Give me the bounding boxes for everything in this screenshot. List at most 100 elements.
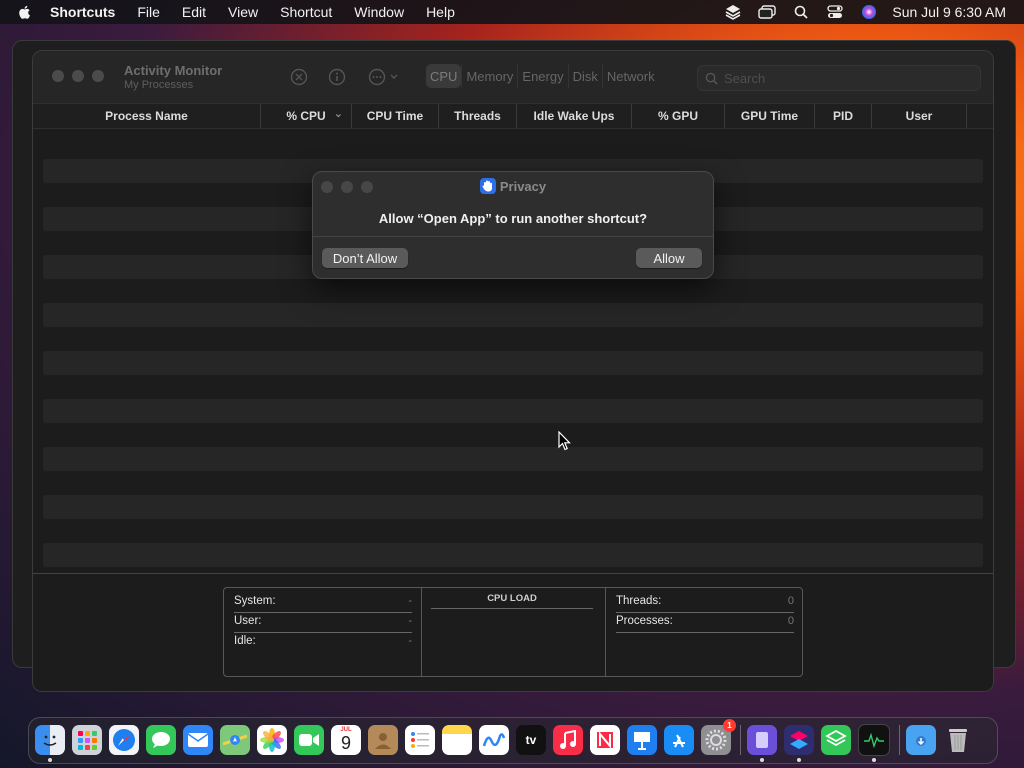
siri-icon[interactable] <box>860 3 878 21</box>
column-pid[interactable]: PID <box>815 104 872 128</box>
allow-button[interactable]: Allow <box>636 248 702 268</box>
safari-icon[interactable] <box>109 725 139 755</box>
info-icon[interactable] <box>328 68 346 86</box>
menu-app-name[interactable]: Shortcuts <box>50 4 115 20</box>
menu-bar-status-area: Sun Jul 9 6:30 AM <box>708 0 1006 24</box>
trash-icon[interactable] <box>943 725 973 755</box>
running-indicator <box>48 758 52 762</box>
facetime-icon[interactable] <box>294 725 324 755</box>
stat-system: System: - <box>234 594 412 613</box>
table-row[interactable] <box>43 351 983 375</box>
dont-allow-button[interactable]: Don’t Allow <box>322 248 408 268</box>
tab-memory[interactable]: Memory <box>461 64 517 88</box>
mail-icon[interactable] <box>183 725 213 755</box>
menu-shortcut[interactable]: Shortcut <box>280 4 332 20</box>
menu-edit[interactable]: Edit <box>182 4 206 20</box>
cpu-summary-footer: System: - User: - Idle: - CPU LOAD Threa… <box>33 573 993 691</box>
table-row[interactable] <box>43 543 983 567</box>
column-idle-wake-ups[interactable]: Idle Wake Ups <box>517 104 632 128</box>
freeform-icon[interactable] <box>479 725 509 755</box>
window-toolbar: Activity Monitor My Processes CPU Memory… <box>33 51 993 103</box>
close-window-button[interactable] <box>52 70 64 82</box>
more-actions-icon[interactable] <box>368 68 402 86</box>
dock-separator <box>740 725 741 755</box>
stat-idle: Idle: - <box>234 634 412 652</box>
spotlight-search-icon[interactable] <box>792 3 810 21</box>
downloads-folder-icon[interactable] <box>906 725 936 755</box>
stat-user-value: - <box>408 615 412 627</box>
column-gpu-time[interactable]: GPU Time <box>725 104 815 128</box>
search-field[interactable]: Search <box>697 65 981 91</box>
running-indicator <box>797 758 801 762</box>
stat-idle-value: - <box>408 635 412 647</box>
view-tabs: CPU Memory Energy Disk Network <box>426 64 659 88</box>
layers-icon[interactable] <box>724 3 742 21</box>
column-user[interactable]: User <box>872 104 967 128</box>
dock: JUL 9 tv 1 <box>28 717 998 764</box>
column-gpu-percent[interactable]: % GPU <box>632 104 725 128</box>
screen-mirror-icon[interactable] <box>758 3 777 21</box>
system-settings-icon[interactable]: 1 <box>701 719 736 755</box>
keynote-icon[interactable] <box>627 725 657 755</box>
stat-threads-value: 0 <box>787 595 794 607</box>
dialog-message: Allow “Open App” to run another shortcut… <box>378 211 648 226</box>
column-process-name[interactable]: Process Name <box>33 104 261 128</box>
layers-app-icon[interactable] <box>821 725 851 755</box>
news-icon[interactable] <box>590 725 620 755</box>
stat-user-label: User: <box>234 615 262 627</box>
music-icon[interactable] <box>553 725 583 755</box>
launchpad-icon[interactable] <box>72 725 102 755</box>
tab-disk[interactable]: Disk <box>567 64 602 88</box>
table-row[interactable] <box>43 447 983 471</box>
apple-tv-label: tv <box>525 733 537 747</box>
photos-icon[interactable] <box>257 725 287 755</box>
shortcuts-icon[interactable] <box>784 725 814 762</box>
stop-process-icon[interactable] <box>290 68 308 86</box>
notes-icon[interactable] <box>442 725 472 755</box>
menu-file[interactable]: File <box>137 4 160 20</box>
tab-cpu[interactable]: CPU <box>426 64 462 88</box>
running-indicator <box>872 758 876 762</box>
table-row[interactable] <box>43 495 983 519</box>
search-placeholder: Search <box>724 70 766 86</box>
dialog-divider <box>313 236 713 237</box>
minimize-window-button[interactable] <box>72 70 84 82</box>
menu-window[interactable]: Window <box>354 4 404 20</box>
menu-bar: Shortcuts File Edit View Shortcut Window… <box>0 0 1024 24</box>
table-row[interactable] <box>43 399 983 423</box>
maps-icon[interactable] <box>220 725 250 755</box>
finder-icon[interactable] <box>35 725 65 762</box>
tab-network[interactable]: Network <box>601 64 659 88</box>
menu-help[interactable]: Help <box>426 4 455 20</box>
sort-descending-icon: ⌄ <box>333 108 343 120</box>
cpu-usage-stats: System: - User: - Idle: - <box>224 588 422 676</box>
window-title: Activity Monitor <box>124 63 223 78</box>
raised-hand-icon <box>479 178 496 194</box>
calendar-icon[interactable]: JUL 9 <box>331 725 361 755</box>
app-store-icon[interactable] <box>664 725 694 755</box>
cpu-load-title: CPU LOAD <box>431 593 593 609</box>
mouse-pointer-icon <box>558 431 571 451</box>
tab-energy[interactable]: Energy <box>517 64 567 88</box>
dock-separator <box>899 725 900 755</box>
simulator-icon[interactable] <box>747 725 777 762</box>
column-cpu-percent[interactable]: % CPU ⌄ <box>261 104 352 128</box>
search-icon <box>705 72 718 85</box>
column-cpu-time[interactable]: CPU Time <box>352 104 439 128</box>
table-row[interactable] <box>43 303 983 327</box>
column-cpu-percent-label: % CPU <box>286 109 326 123</box>
control-center-icon[interactable] <box>826 3 844 21</box>
column-threads[interactable]: Threads <box>439 104 517 128</box>
apple-tv-icon[interactable]: tv <box>516 725 546 755</box>
stat-threads: Threads: 0 <box>616 594 794 613</box>
menu-bar-clock[interactable]: Sun Jul 9 6:30 AM <box>892 4 1006 20</box>
zoom-window-button[interactable] <box>92 70 104 82</box>
messages-icon[interactable] <box>146 725 176 755</box>
menu-view[interactable]: View <box>228 4 258 20</box>
thread-process-stats: Threads: 0 Processes: 0 <box>606 588 802 676</box>
contacts-icon[interactable] <box>368 725 398 755</box>
apple-menu-icon[interactable] <box>16 3 34 21</box>
activity-monitor-icon[interactable] <box>858 724 890 762</box>
window-subtitle[interactable]: My Processes <box>124 79 193 91</box>
reminders-icon[interactable] <box>405 725 435 755</box>
